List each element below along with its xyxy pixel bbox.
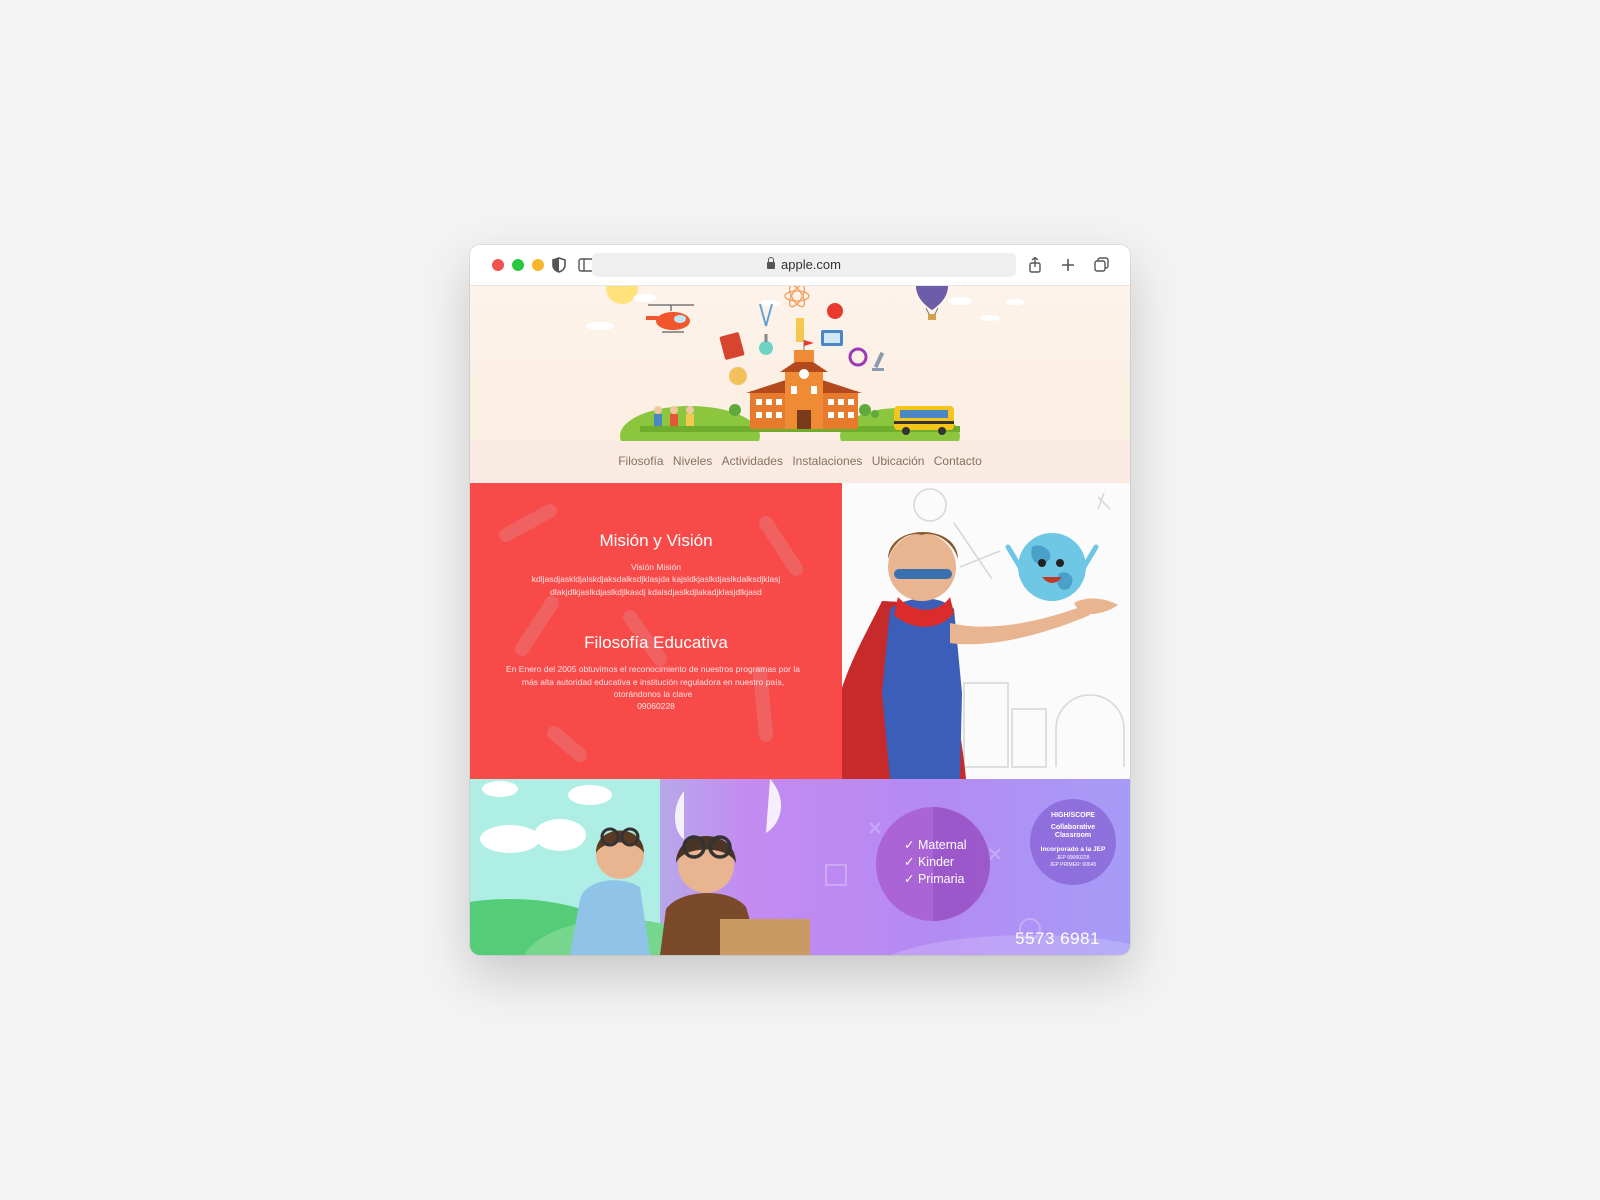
url-text: apple.com (781, 257, 841, 272)
phone-number[interactable]: 5573 6981 (1015, 929, 1100, 949)
mission-section: Misión y Visión Visión Misión kdljasdjas… (470, 483, 1130, 779)
close-window-button[interactable] (492, 259, 504, 271)
book-icon (719, 332, 745, 360)
share-icon[interactable] (1025, 255, 1045, 275)
compass-icon (759, 303, 773, 327)
hero-banner (470, 286, 1130, 441)
badge-name: Collaborative Classroom (1050, 824, 1096, 839)
mission-panel: Misión y Visión Visión Misión kdljasdjas… (470, 483, 842, 779)
philosophy-body: En Enero del 2005 obtuvimos el reconocim… (506, 664, 800, 699)
main-navigation: Filosofía Niveles Actividades Instalacio… (470, 441, 1130, 483)
microscope-icon (872, 351, 885, 371)
superhero-image-panel (842, 483, 1130, 779)
badge-line2: JEP 09060228 (1056, 855, 1090, 861)
web-page: Filosofía Niveles Actividades Instalacio… (470, 286, 1130, 955)
palette-icon (729, 367, 747, 385)
badge-top-text: HIGH/SCOPE (1051, 812, 1095, 819)
privacy-shield-icon[interactable] (549, 255, 569, 275)
browser-toolbar: apple.com (470, 245, 1130, 286)
nav-item-contacto[interactable]: Contacto (934, 454, 982, 468)
observatory-doodle (1055, 694, 1125, 767)
address-bar[interactable]: apple.com (592, 253, 1016, 277)
badge-line1: Incorporado a la JEP (1040, 846, 1106, 853)
nav-item-instalaciones[interactable]: Instalaciones (792, 454, 862, 468)
alarm-clock-icon (848, 347, 868, 367)
test-tube-icon (796, 318, 804, 342)
apple-icon (827, 303, 843, 319)
level-kinder[interactable]: ✓ Kinder (904, 854, 954, 869)
building-doodle (963, 682, 1009, 768)
mission-title: Misión y Visión (599, 531, 713, 550)
new-tab-icon[interactable] (1058, 255, 1078, 275)
level-primaria[interactable]: ✓ Primaria (904, 871, 965, 886)
philosophy-code: 09060228 (637, 701, 675, 711)
sun-icon (606, 286, 638, 304)
mission-body: kdljasdjaskldjalskdjaksdalksdjklasjda ka… (531, 574, 781, 597)
zoom-window-button[interactable] (512, 259, 524, 271)
nav-item-ubicacion[interactable]: Ubicación (872, 454, 925, 468)
lock-icon (767, 257, 775, 269)
nav-item-filosofia[interactable]: Filosofía (618, 454, 663, 468)
helicopter-icon (646, 304, 694, 333)
globe-character-icon (1005, 533, 1099, 601)
atom-icon (784, 286, 810, 308)
school-illustration (586, 286, 1025, 441)
badge-line3: JEP PRIMER: 60645 (1049, 862, 1097, 868)
nav-item-niveles[interactable]: Niveles (673, 454, 712, 468)
browser-window: apple.com Filosofía Niveles Actividades … (470, 245, 1130, 955)
decorative-stripes (499, 504, 803, 762)
highscope-badge: HIGH/SCOPE Collaborative Classroom Incor… (1030, 799, 1116, 885)
philosophy-title: Filosofía Educativa (584, 633, 728, 652)
nav-item-actividades[interactable]: Actividades (722, 454, 783, 468)
superhero-kid-image (842, 488, 1125, 779)
children-group-icon (654, 406, 694, 426)
flask-icon (759, 341, 773, 355)
levels-circle: ✓ Maternal ✓ Kinder ✓ Primaria (876, 807, 990, 921)
mission-subtitle: Visión Misión (631, 562, 681, 572)
hot-air-balloon-icon (916, 286, 948, 320)
tab-overview-icon[interactable] (1092, 255, 1112, 275)
level-maternal[interactable]: ✓ Maternal (904, 837, 967, 852)
planet-doodle (913, 488, 947, 522)
minimize-window-button[interactable] (532, 259, 544, 271)
levels-section: ✓ Maternal ✓ Kinder ✓ Primaria HIGH/SCOP… (470, 779, 1130, 955)
